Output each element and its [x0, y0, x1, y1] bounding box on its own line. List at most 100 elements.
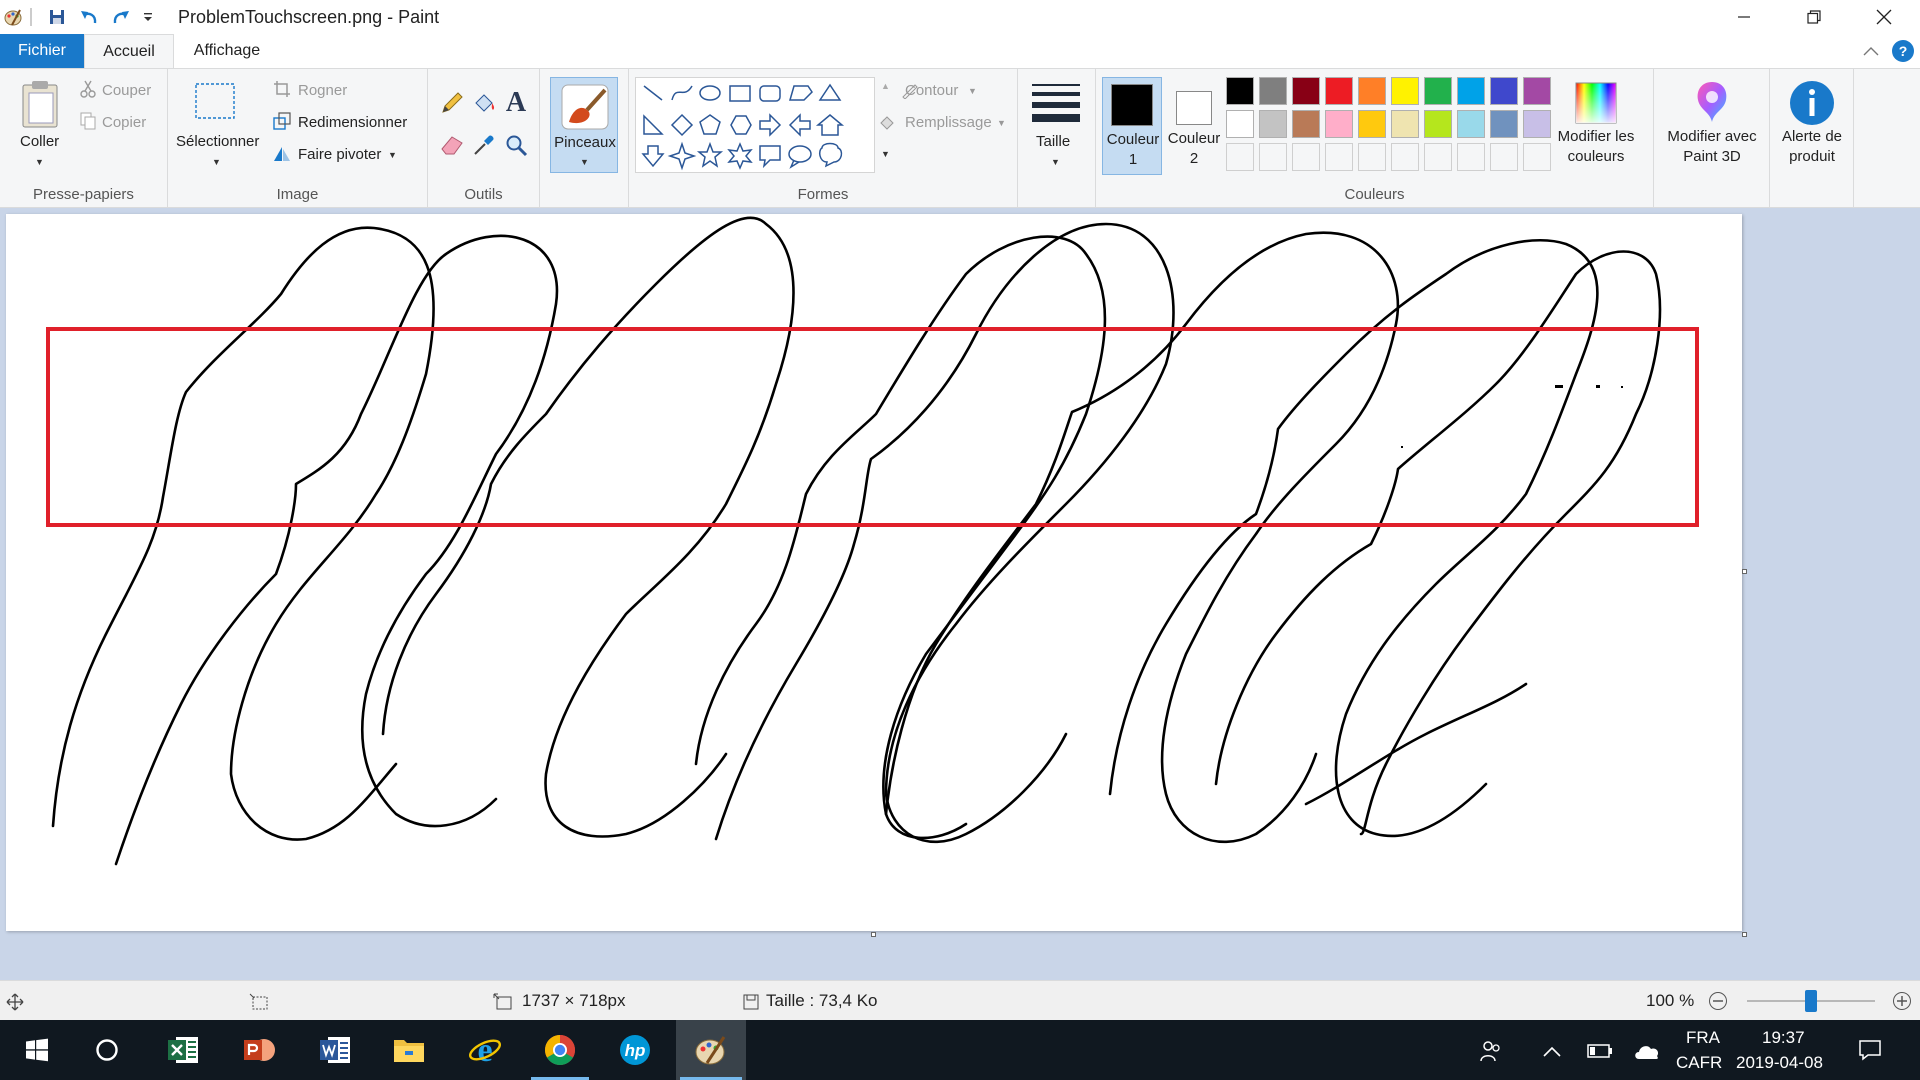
size-button[interactable]: Taille — [1036, 133, 1070, 150]
resize-button[interactable]: Redimensionner — [298, 114, 407, 131]
select-dropdown-icon[interactable]: ▼ — [212, 157, 221, 167]
color1-button[interactable]: Couleur 1 — [1102, 77, 1162, 175]
tab-view[interactable]: Affichage — [174, 34, 280, 68]
size-icon[interactable] — [1028, 81, 1084, 125]
palette-swatch[interactable] — [1358, 110, 1386, 138]
close-button[interactable] — [1855, 0, 1913, 34]
taskbar-file-explorer[interactable] — [376, 1020, 442, 1080]
action-center-icon[interactable] — [1856, 1036, 1884, 1064]
language-indicator[interactable]: FRA — [1686, 1028, 1720, 1048]
copy-button[interactable]: Copier — [102, 114, 146, 131]
paste-dropdown-icon[interactable]: ▼ — [35, 157, 44, 167]
cortana-button[interactable] — [74, 1020, 140, 1080]
outline-button[interactable]: Contour — [905, 82, 958, 99]
collapse-ribbon-icon[interactable] — [1860, 40, 1882, 62]
palette-swatch[interactable] — [1325, 110, 1353, 138]
palette-swatch[interactable] — [1523, 110, 1551, 138]
redo-icon[interactable] — [110, 6, 132, 28]
palette-custom-slot[interactable] — [1226, 143, 1254, 171]
select-icon[interactable] — [194, 81, 236, 121]
brushes-button[interactable]: Pinceaux ▼ — [550, 77, 618, 173]
people-icon[interactable] — [1478, 1038, 1504, 1064]
fill-bucket-icon[interactable] — [470, 89, 498, 117]
color-picker-icon[interactable] — [470, 131, 498, 159]
show-hidden-icons-icon[interactable] — [1540, 1040, 1564, 1062]
size-dropdown-icon[interactable]: ▼ — [1051, 157, 1060, 167]
palette-swatch[interactable] — [1457, 110, 1485, 138]
keyboard-layout-indicator[interactable]: CAFR — [1676, 1053, 1722, 1073]
rotate-button[interactable]: Faire pivoter — [298, 146, 381, 163]
palette-swatch[interactable] — [1490, 77, 1518, 105]
taskbar-chrome[interactable] — [527, 1020, 593, 1080]
outline-dropdown-icon[interactable]: ▼ — [968, 86, 977, 96]
clock-date[interactable]: 2019-04-08 — [1736, 1053, 1823, 1073]
tab-file[interactable]: Fichier — [0, 34, 84, 68]
text-tool-icon[interactable]: A — [502, 87, 530, 118]
palette-custom-slot[interactable] — [1490, 143, 1518, 171]
zoom-in-icon[interactable] — [1891, 990, 1913, 1012]
resize-handle-bottom[interactable] — [871, 932, 876, 937]
taskbar-word[interactable] — [302, 1020, 368, 1080]
edit-with-paint3d-button[interactable]: Modifier avec Paint 3D — [1654, 77, 1770, 177]
palette-custom-slot[interactable] — [1391, 143, 1419, 171]
crop-button[interactable]: Rogner — [298, 82, 347, 99]
palette-custom-slot[interactable] — [1259, 143, 1287, 171]
taskbar-paint[interactable] — [676, 1020, 746, 1080]
restore-button[interactable] — [1785, 0, 1843, 34]
taskbar-powerpoint[interactable] — [226, 1020, 292, 1080]
palette-swatch[interactable] — [1490, 110, 1518, 138]
palette-swatch[interactable] — [1226, 110, 1254, 138]
magnifier-icon[interactable] — [502, 131, 530, 159]
customize-quick-access-icon[interactable] — [140, 6, 156, 28]
taskbar-hp[interactable]: hp — [602, 1020, 668, 1080]
zoom-slider-track[interactable] — [1747, 990, 1875, 1012]
drawing-canvas[interactable] — [6, 214, 1742, 931]
palette-swatch[interactable] — [1457, 77, 1485, 105]
select-button[interactable]: Sélectionner — [176, 133, 259, 150]
palette-swatch[interactable] — [1292, 110, 1320, 138]
save-icon[interactable] — [46, 6, 68, 28]
rotate-dropdown-icon[interactable]: ▼ — [388, 150, 397, 160]
pencil-icon[interactable] — [438, 89, 466, 117]
palette-swatch[interactable] — [1226, 77, 1254, 105]
shapes-scroll-up-icon[interactable]: ▲ — [881, 81, 890, 91]
cut-button[interactable]: Couper — [102, 82, 151, 99]
fill-dropdown-icon[interactable]: ▼ — [997, 118, 1006, 128]
palette-swatch[interactable] — [1391, 77, 1419, 105]
battery-icon[interactable] — [1586, 1040, 1614, 1062]
palette-swatch[interactable] — [1358, 77, 1386, 105]
help-icon[interactable]: ? — [1892, 40, 1914, 62]
palette-custom-slot[interactable] — [1292, 143, 1320, 171]
edit-colors-button[interactable]: Modifier les couleurs — [1556, 77, 1636, 177]
palette-swatch[interactable] — [1424, 77, 1452, 105]
undo-icon[interactable] — [78, 6, 100, 28]
taskbar-internet-explorer[interactable]: e — [452, 1020, 518, 1080]
palette-swatch[interactable] — [1292, 77, 1320, 105]
shapes-expand-icon[interactable]: ▼ — [881, 149, 890, 159]
resize-handle-corner[interactable] — [1742, 932, 1747, 937]
palette-swatch[interactable] — [1523, 77, 1551, 105]
eraser-icon[interactable] — [438, 131, 466, 159]
palette-custom-slot[interactable] — [1358, 143, 1386, 171]
fill-button[interactable]: Remplissage — [905, 114, 992, 131]
paste-icon[interactable] — [16, 77, 66, 131]
tab-home[interactable]: Accueil — [84, 34, 174, 68]
taskbar-excel[interactable] — [150, 1020, 216, 1080]
palette-custom-slot[interactable] — [1523, 143, 1551, 171]
palette-swatch[interactable] — [1259, 77, 1287, 105]
zoom-slider-thumb[interactable] — [1805, 990, 1817, 1012]
palette-custom-slot[interactable] — [1325, 143, 1353, 171]
resize-handle-right[interactable] — [1742, 569, 1747, 574]
minimize-button[interactable] — [1715, 0, 1773, 34]
onedrive-cloud-icon[interactable] — [1632, 1038, 1662, 1064]
workspace[interactable] — [0, 208, 1920, 980]
palette-swatch[interactable] — [1325, 77, 1353, 105]
color2-button[interactable]: Couleur 2 — [1164, 77, 1224, 175]
palette-custom-slot[interactable] — [1424, 143, 1452, 171]
palette-custom-slot[interactable] — [1457, 143, 1485, 171]
product-alert-button[interactable]: Alerte de produit — [1770, 77, 1854, 177]
paint-app-icon[interactable] — [2, 6, 24, 28]
palette-swatch[interactable] — [1424, 110, 1452, 138]
palette-swatch[interactable] — [1259, 110, 1287, 138]
zoom-out-icon[interactable] — [1707, 990, 1729, 1012]
